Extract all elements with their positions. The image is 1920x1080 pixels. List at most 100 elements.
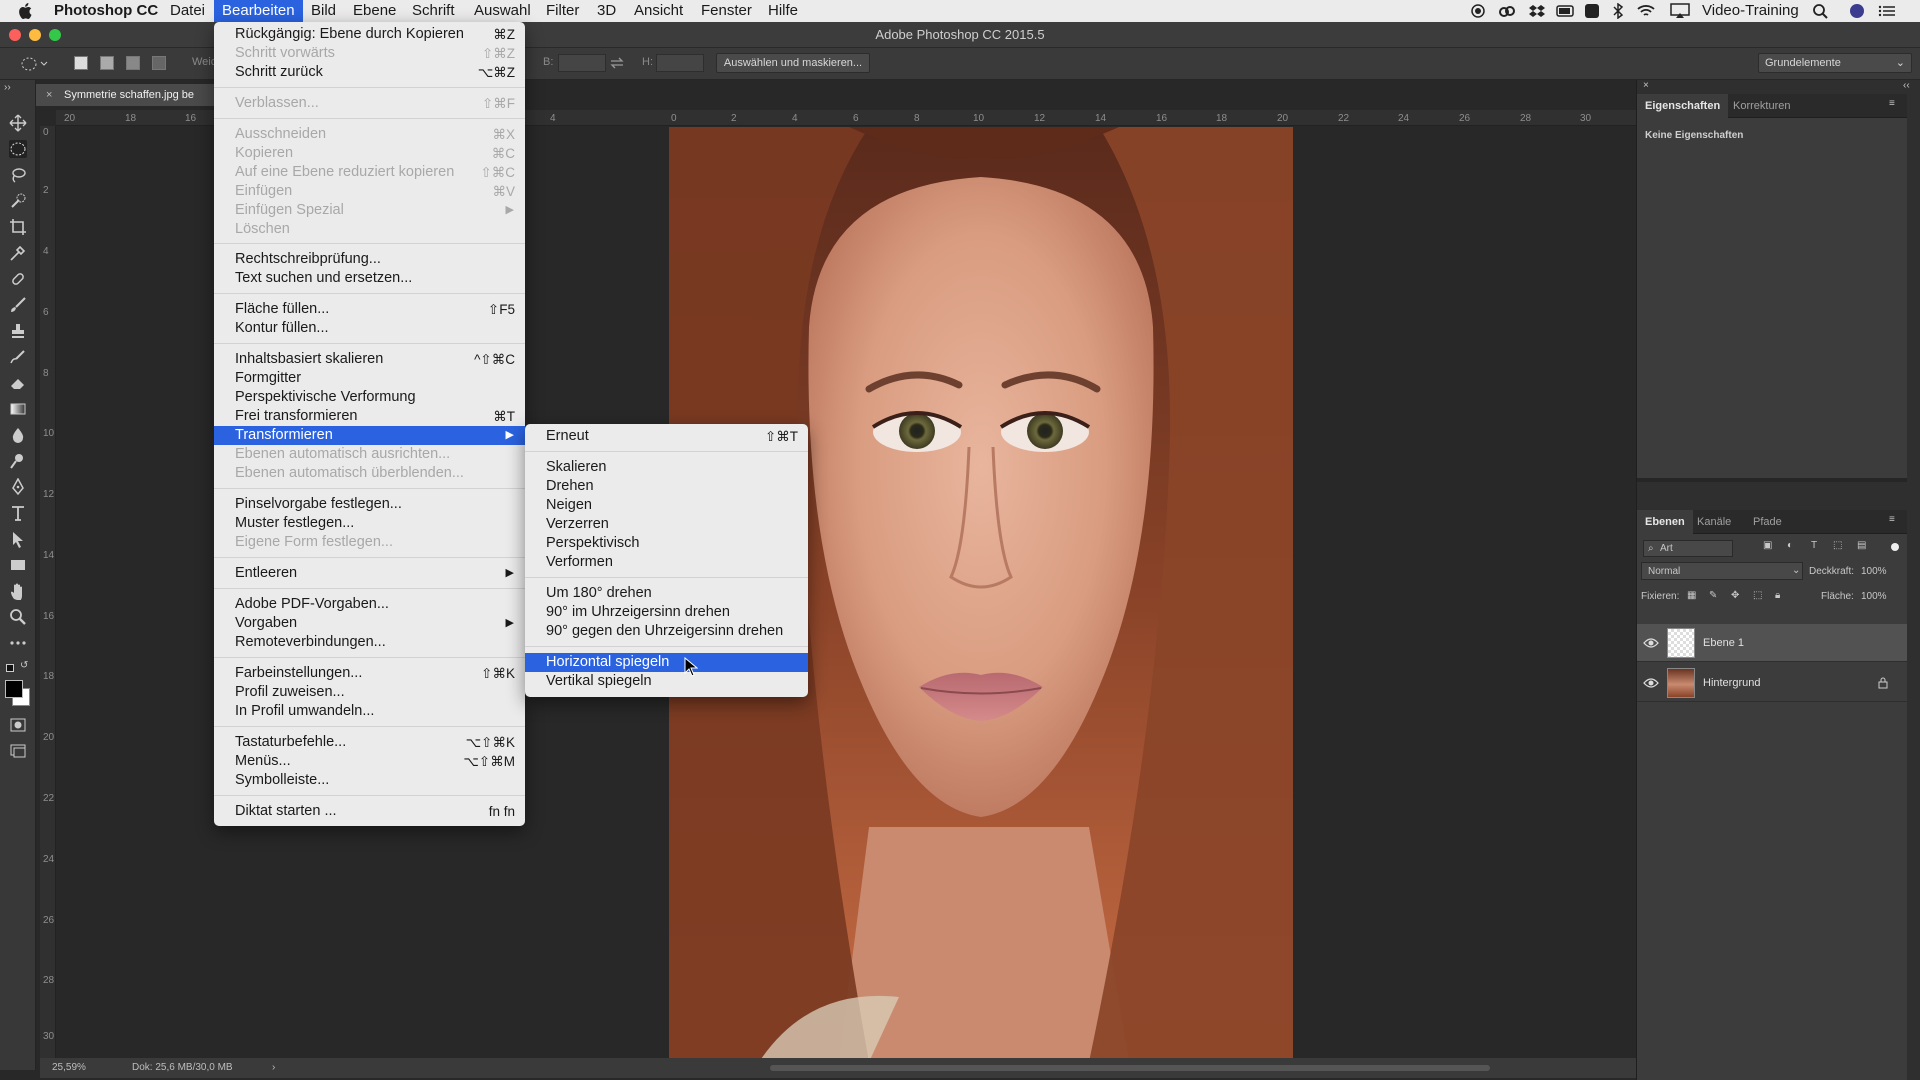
menu-item[interactable]: Text suchen und ersetzen... bbox=[214, 269, 525, 288]
menu-item[interactable]: Formgitter bbox=[214, 369, 525, 388]
menu-item[interactable]: Schritt zurück ⌥⌘Z bbox=[214, 63, 525, 82]
quick-mask-icon[interactable] bbox=[9, 716, 27, 734]
more-tools-icon[interactable] bbox=[9, 634, 27, 652]
rectangle-tool-icon[interactable] bbox=[9, 556, 27, 574]
menu-item[interactable]: Rechtschreibprüfung... bbox=[214, 250, 525, 269]
menu-item[interactable]: Auf eine Ebene reduziert kopieren ⇧⌘C bbox=[214, 163, 525, 182]
layer-filter-select[interactable]: ⌕ Art bbox=[1643, 540, 1733, 557]
menu-item[interactable]: Transformieren ▶ bbox=[214, 426, 525, 445]
menu-item[interactable]: 90° im Uhrzeigersinn drehen bbox=[525, 603, 808, 622]
new-selection-button[interactable] bbox=[74, 56, 88, 70]
collapse-icon[interactable]: ›› bbox=[4, 82, 11, 93]
menu-item[interactable]: 90° gegen den Uhrzeigersinn drehen bbox=[525, 622, 808, 641]
menu-item[interactable]: Remoteverbindungen... bbox=[214, 633, 525, 652]
menu-hilfe[interactable]: Hilfe bbox=[760, 0, 806, 22]
lock-pixels-icon[interactable]: ✎ bbox=[1709, 590, 1717, 601]
menu-item[interactable]: In Profil umwandeln... bbox=[214, 702, 525, 721]
default-colors-icon[interactable] bbox=[6, 664, 14, 672]
panel-menu-icon[interactable]: ≡ bbox=[1889, 98, 1895, 109]
lock-transparent-icon[interactable]: ▦ bbox=[1687, 590, 1696, 601]
add-selection-button[interactable] bbox=[100, 56, 114, 70]
menu-item[interactable]: Rückgängig: Ebene durch Kopieren ⌘Z bbox=[214, 25, 525, 44]
healing-brush-tool-icon[interactable] bbox=[9, 270, 27, 288]
filter-type-icon[interactable]: T bbox=[1811, 540, 1817, 551]
menu-item[interactable]: Eigene Form festlegen... bbox=[214, 533, 525, 552]
tab-ebenen[interactable]: Ebenen bbox=[1637, 510, 1693, 534]
menu-item[interactable]: Schritt vorwärts ⇧⌘Z bbox=[214, 44, 525, 63]
zoom-tool-icon[interactable] bbox=[9, 608, 27, 626]
apple-icon[interactable] bbox=[18, 2, 34, 20]
collapse-panels-icon[interactable]: ‹‹ bbox=[1903, 80, 1910, 91]
marquee-preset-icon[interactable] bbox=[20, 56, 48, 72]
menu-item[interactable]: Vertikal spiegeln bbox=[525, 672, 808, 691]
menu-item[interactable]: Horizontal spiegeln bbox=[525, 653, 808, 672]
creative-cloud-icon[interactable] bbox=[1498, 3, 1516, 19]
menu-bild[interactable]: Bild bbox=[303, 0, 344, 22]
menu-ebene[interactable]: Ebene bbox=[345, 0, 404, 22]
menu-3d[interactable]: 3D bbox=[589, 0, 624, 22]
gradient-tool-icon[interactable] bbox=[9, 400, 27, 418]
menu-item[interactable]: Neigen bbox=[525, 496, 808, 515]
swap-icon[interactable] bbox=[610, 57, 624, 69]
menu-item[interactable]: Löschen bbox=[214, 220, 525, 239]
workspace-select[interactable]: Grundelemente ⌄ bbox=[1758, 53, 1912, 73]
quick-selection-tool-icon[interactable] bbox=[9, 192, 27, 210]
user-name[interactable]: Video-Training bbox=[1702, 0, 1799, 22]
path-selection-tool-icon[interactable] bbox=[9, 530, 27, 548]
foreground-color-swatch[interactable] bbox=[5, 680, 23, 698]
menu-item[interactable]: Einfügen ⌘V bbox=[214, 182, 525, 201]
menu-item[interactable]: Tastaturbefehle... ⌥⇧⌘K bbox=[214, 733, 525, 752]
width-field[interactable] bbox=[558, 54, 606, 72]
swap-colors-icon[interactable]: ↺ bbox=[20, 660, 28, 671]
menu-item[interactable]: Farbeinstellungen... ⇧⌘K bbox=[214, 664, 525, 683]
blend-mode-select[interactable]: Normal ⌄ bbox=[1641, 562, 1803, 580]
menu-item[interactable]: Verblassen... ⇧⌘F bbox=[214, 94, 525, 113]
menu-item[interactable]: Ebenen automatisch überblenden... bbox=[214, 464, 525, 483]
menu-item[interactable]: Kontur füllen... bbox=[214, 319, 525, 338]
skype-icon[interactable] bbox=[1584, 3, 1600, 19]
menu-schrift[interactable]: Schrift bbox=[404, 0, 463, 22]
intersect-selection-button[interactable] bbox=[152, 56, 166, 70]
filter-adjustment-icon[interactable]: ◐ bbox=[1787, 540, 1793, 551]
menu-item[interactable]: Frei transformieren ⌘T bbox=[214, 407, 525, 426]
filter-toggle[interactable] bbox=[1891, 543, 1899, 551]
subtract-selection-button[interactable] bbox=[126, 56, 140, 70]
layer-row-hintergrund[interactable]: Hintergrund bbox=[1637, 664, 1907, 702]
visibility-eye-icon[interactable] bbox=[1643, 635, 1659, 651]
menu-item[interactable]: Inhaltsbasiert skalieren ^⇧⌘C bbox=[214, 350, 525, 369]
menu-item[interactable]: Adobe PDF-Vorgaben... bbox=[214, 595, 525, 614]
menu-item[interactable]: Perspektivische Verformung bbox=[214, 388, 525, 407]
menu-item[interactable]: Kopieren ⌘C bbox=[214, 144, 525, 163]
wifi-icon[interactable] bbox=[1636, 3, 1656, 19]
filter-pixel-icon[interactable]: ▣ bbox=[1763, 540, 1772, 551]
layers-menu-icon[interactable]: ≡ bbox=[1889, 514, 1895, 525]
height-field[interactable] bbox=[656, 54, 704, 72]
menu-filter[interactable]: Filter bbox=[538, 0, 587, 22]
menu-item[interactable]: Symbolleiste... bbox=[214, 771, 525, 790]
notification-center-icon[interactable] bbox=[1878, 3, 1896, 19]
select-and-mask-button[interactable]: Auswählen und maskieren... bbox=[716, 53, 870, 73]
app-menu[interactable]: Photoshop CC bbox=[46, 0, 166, 22]
menu-ansicht[interactable]: Ansicht bbox=[626, 0, 691, 22]
menu-item[interactable]: Ebenen automatisch ausrichten... bbox=[214, 445, 525, 464]
menu-item[interactable]: Entleeren ▶ bbox=[214, 564, 525, 583]
menu-item[interactable]: Einfügen Spezial ▶ bbox=[214, 201, 525, 220]
history-brush-tool-icon[interactable] bbox=[9, 348, 27, 366]
menu-item[interactable]: Pinselvorgabe festlegen... bbox=[214, 495, 525, 514]
menu-item[interactable]: Drehen bbox=[525, 477, 808, 496]
menu-bearbeiten[interactable]: Bearbeiten bbox=[214, 0, 303, 22]
close-panel-icon[interactable]: × bbox=[1643, 80, 1649, 91]
menu-item[interactable]: Diktat starten ... fn fn bbox=[214, 802, 525, 821]
lock-position-icon[interactable]: ✥ bbox=[1731, 590, 1739, 601]
airplay-icon[interactable] bbox=[1670, 3, 1690, 19]
lock-all-icon[interactable]: 🔒︎ bbox=[1775, 590, 1780, 601]
vertical-ruler[interactable]: 0 2 4 6 8 10 12 14 16 18 20 22 24 26 28 … bbox=[40, 126, 56, 1062]
brush-tool-icon[interactable] bbox=[9, 296, 27, 314]
hand-tool-icon[interactable] bbox=[9, 582, 27, 601]
menu-item[interactable]: Verzerren bbox=[525, 515, 808, 534]
chevron-right-icon[interactable]: › bbox=[272, 1058, 275, 1078]
menu-datei[interactable]: Datei bbox=[162, 0, 213, 22]
screen-mode-icon[interactable] bbox=[9, 742, 27, 760]
close-tab-icon[interactable]: × bbox=[46, 84, 52, 106]
menu-item[interactable]: Profil zuweisen... bbox=[214, 683, 525, 702]
